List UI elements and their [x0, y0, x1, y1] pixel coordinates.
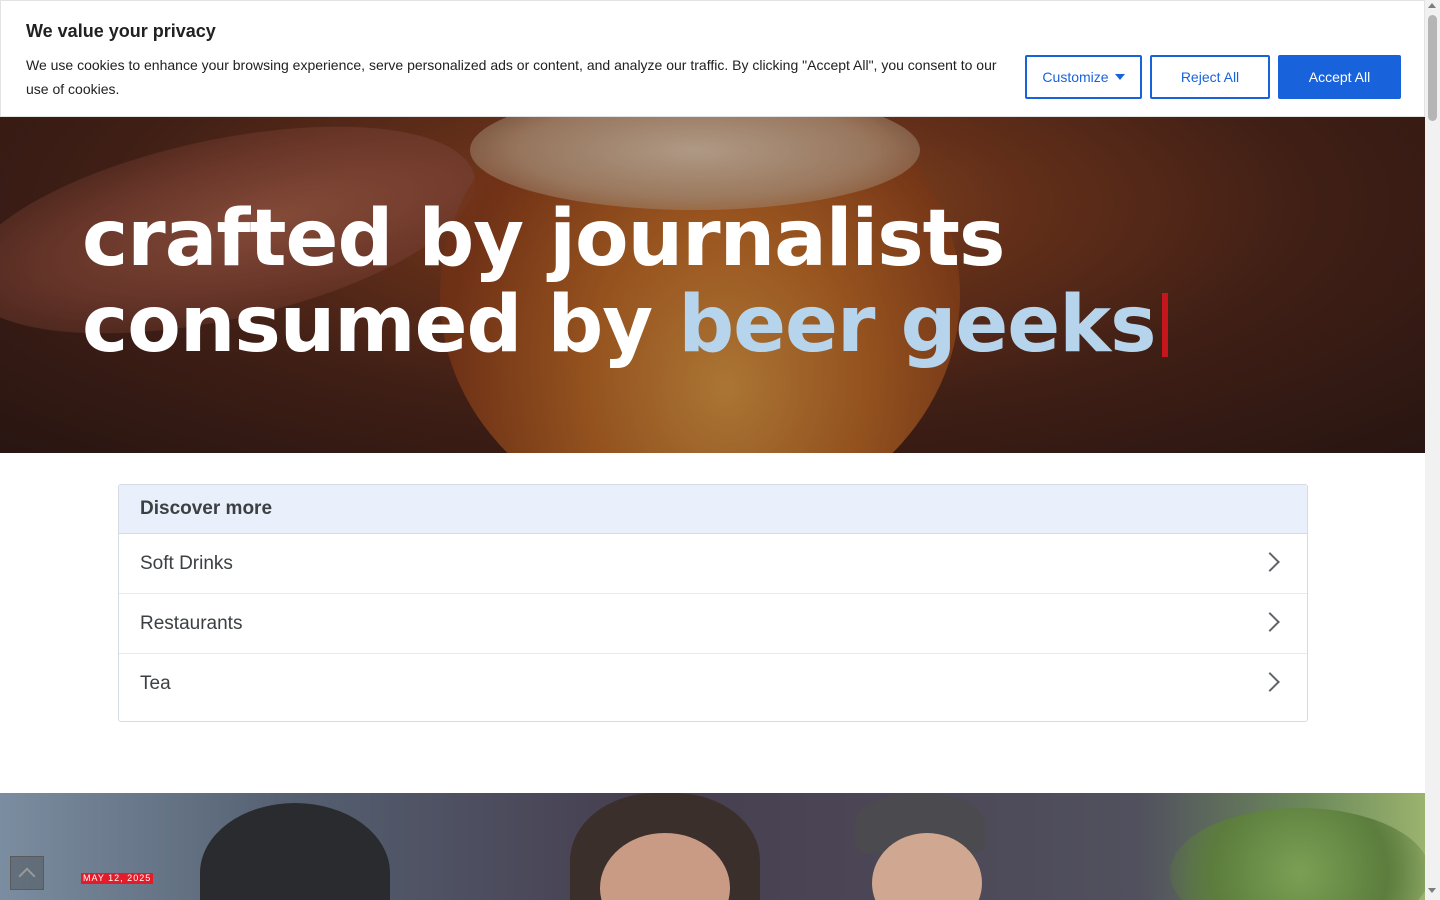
cookie-banner: We value your privacy We use cookies to …	[0, 0, 1425, 117]
customize-button[interactable]: Customize	[1025, 55, 1142, 99]
discover-item-restaurants[interactable]: Restaurants	[119, 594, 1307, 654]
scroll-down-icon[interactable]	[1428, 888, 1436, 893]
reject-all-button[interactable]: Reject All	[1150, 55, 1270, 99]
article-featured-image[interactable]	[0, 793, 1425, 900]
cookie-banner-title: We value your privacy	[26, 21, 216, 41]
hero-headline: crafted by journalists consumed by beer …	[82, 196, 1382, 368]
article-date-badge: MAY 12, 2025	[81, 873, 154, 884]
chevron-right-icon	[1260, 672, 1280, 692]
scrollbar[interactable]	[1425, 0, 1440, 900]
caret-down-icon	[1114, 74, 1125, 80]
scroll-thumb[interactable]	[1428, 15, 1437, 121]
hero-headline-accent: beer geeks	[678, 280, 1156, 370]
cookie-banner-text: We use cookies to enhance your browsing …	[26, 57, 997, 97]
discover-more-panel: Discover more Soft Drinks Restaurants Te…	[118, 484, 1308, 722]
typing-cursor	[1161, 293, 1168, 357]
discover-item-soft-drinks[interactable]: Soft Drinks	[119, 534, 1307, 594]
scroll-up-icon[interactable]	[1428, 3, 1436, 8]
customize-button-label: Customize	[1042, 69, 1109, 85]
discover-item-label: Tea	[140, 673, 171, 694]
chevron-up-icon	[18, 867, 36, 885]
chevron-right-icon	[1260, 551, 1280, 572]
photo-person	[200, 803, 390, 900]
photo-tree	[1170, 808, 1425, 900]
discover-more-title: Discover more	[119, 485, 1307, 534]
accept-all-button[interactable]: Accept All	[1278, 55, 1401, 99]
discover-item-label: Soft Drinks	[140, 552, 233, 574]
discover-item-label: Restaurants	[140, 612, 243, 634]
chevron-right-icon	[1260, 611, 1280, 632]
discover-item-tea[interactable]: Tea	[119, 654, 1307, 714]
page: crafted by journalists consumed by beer …	[0, 0, 1440, 900]
back-to-top-button[interactable]	[10, 856, 44, 890]
